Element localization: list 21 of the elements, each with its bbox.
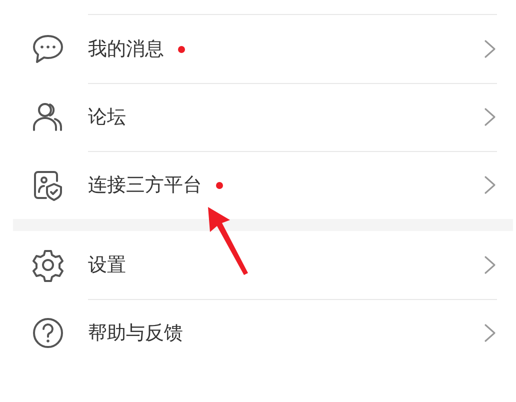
menu-item[interactable]: 设置 [0, 231, 497, 299]
menu-item[interactable]: 论坛 [0, 83, 497, 151]
chevron-right-icon [484, 39, 496, 59]
chevron-right-icon [484, 255, 496, 275]
chevron-right-icon [484, 323, 496, 343]
people-icon [31, 100, 65, 134]
menu-item[interactable]: 连接三方平台 [0, 151, 497, 219]
chevron-right-icon [484, 107, 496, 127]
id-badge-shield-icon [31, 168, 65, 202]
menu-label: 我的消息 [88, 38, 164, 60]
menu-label: 设置 [88, 254, 126, 276]
settings-icon [31, 248, 65, 282]
menu-label: 论坛 [88, 106, 126, 128]
menu-label: 连接三方平台 [88, 174, 202, 196]
menu-item[interactable]: 帮助与反馈 [0, 299, 497, 367]
annotation-arrow [208, 207, 248, 275]
chevron-right-icon [484, 175, 496, 195]
help-icon [31, 316, 65, 350]
menu-label: 帮助与反馈 [88, 322, 183, 344]
menu-item[interactable]: 我的消息 [0, 15, 497, 83]
chat-bubble-icon [31, 32, 65, 66]
